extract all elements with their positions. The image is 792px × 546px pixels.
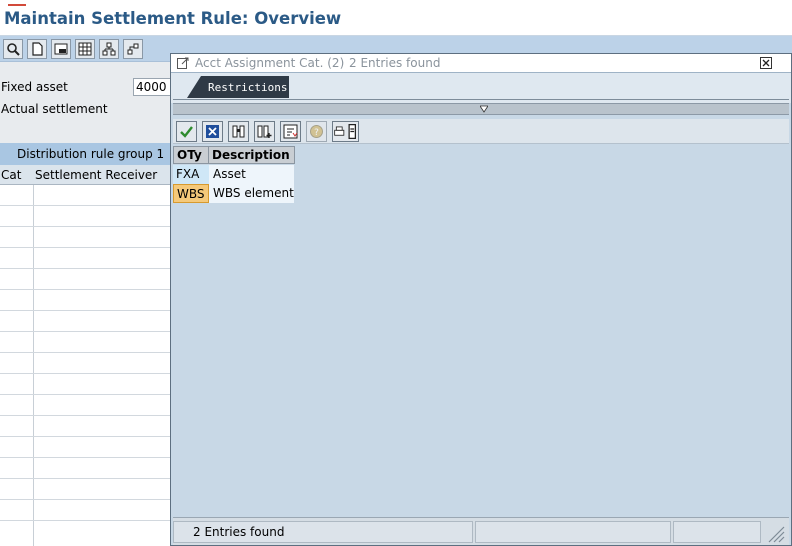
table-row [0, 268, 172, 269]
table-row [0, 499, 172, 500]
table-row [0, 478, 172, 479]
settlement-grid[interactable] [0, 185, 172, 546]
checkmark-icon [180, 126, 193, 138]
new-document-button[interactable] [27, 39, 47, 59]
hierarchy-button[interactable] [99, 39, 119, 59]
list-item-description[interactable]: WBS element [209, 184, 294, 203]
cancel-button[interactable] [202, 121, 223, 142]
magnifier-icon [7, 43, 20, 56]
list-item-key[interactable]: FXA [173, 165, 209, 184]
distribution-group-header: Distribution rule group 1 [0, 143, 172, 165]
grid-column-divider [33, 185, 34, 546]
table-row [0, 289, 172, 290]
table-row [0, 205, 172, 206]
expand-arrow-icon[interactable] [480, 105, 488, 113]
table-row [0, 310, 172, 311]
tab-restrictions[interactable]: Restrictions [187, 76, 289, 98]
fixed-asset-field[interactable]: 4000 [133, 78, 171, 96]
hierarchy-icon [102, 42, 116, 56]
sort-icon [283, 124, 298, 139]
table-row [0, 247, 172, 248]
table-row [0, 394, 172, 395]
table-row [0, 226, 172, 227]
fixed-asset-label: Fixed asset [1, 80, 68, 94]
print-menu-button[interactable] [332, 121, 359, 142]
binoculars-plus-icon [257, 125, 272, 138]
status-cell [475, 521, 671, 543]
status-message: 2 Entries found [193, 525, 285, 539]
table-row [0, 520, 172, 521]
table-row [0, 331, 172, 332]
chevron-down-icon [348, 124, 356, 139]
find-next-button[interactable] [254, 121, 275, 142]
layout-window-icon [54, 43, 68, 55]
settlement-grid-header: Cat Settlement Receiver [0, 165, 172, 185]
column-header-oty[interactable]: OTy [173, 146, 209, 164]
dialog-entries-found: 2 Entries found [349, 56, 441, 70]
tab-strip: Restrictions [171, 73, 791, 103]
list-item-description[interactable]: Asset [209, 165, 294, 184]
hit-list: OTy Description FXA Asset WBS WBS elemen… [173, 145, 789, 516]
title-bar: Maintain Settlement Rule: Overview [0, 0, 792, 36]
value-help-dialog: Acct Assignment Cat. (2) 2 Entries found… [170, 53, 792, 546]
sort-button[interactable] [280, 121, 301, 142]
magnifier-button[interactable] [3, 39, 23, 59]
hierarchy-arrow-button[interactable] [123, 39, 143, 59]
hierarchy-arrow-icon [127, 43, 139, 55]
dialog-title-bar[interactable]: Acct Assignment Cat. (2) 2 Entries found [171, 54, 791, 73]
title-accent [8, 4, 26, 6]
table-row [0, 352, 172, 353]
new-document-icon [32, 42, 43, 56]
actual-settlement-label: Actual settlement [1, 102, 108, 116]
restrictions-splitter[interactable] [173, 103, 789, 115]
confirm-button[interactable] [176, 121, 197, 142]
table-grid-button[interactable] [75, 39, 95, 59]
table-row [0, 457, 172, 458]
status-bar: 2 Entries found [173, 517, 789, 545]
tab-underline [173, 99, 789, 100]
table-row [0, 415, 172, 416]
printer-icon [334, 126, 345, 136]
column-header-settlement-receiver[interactable]: Settlement Receiver [35, 168, 157, 182]
close-button[interactable] [760, 57, 772, 69]
help-button[interactable]: ? [306, 121, 327, 142]
find-button[interactable] [228, 121, 249, 142]
column-header-cat[interactable]: Cat [1, 168, 21, 182]
status-cell [673, 521, 761, 543]
binoculars-icon [232, 125, 245, 138]
dialog-window-icon [177, 57, 189, 69]
dialog-title: Acct Assignment Cat. (2) [195, 56, 345, 70]
table-row [0, 436, 172, 437]
dialog-toolbar: ? [173, 119, 789, 144]
cancel-icon [206, 125, 219, 138]
page-title: Maintain Settlement Rule: Overview [4, 9, 342, 28]
help-icon: ? [310, 125, 323, 138]
list-item-key[interactable]: WBS [173, 184, 209, 203]
svg-text:?: ? [314, 128, 319, 138]
table-row [0, 373, 172, 374]
column-header-description[interactable]: Description [208, 146, 295, 164]
resize-grip-icon[interactable] [763, 521, 785, 543]
layout-window-button[interactable] [51, 39, 71, 59]
table-grid-icon [78, 42, 92, 56]
close-icon [762, 59, 770, 67]
